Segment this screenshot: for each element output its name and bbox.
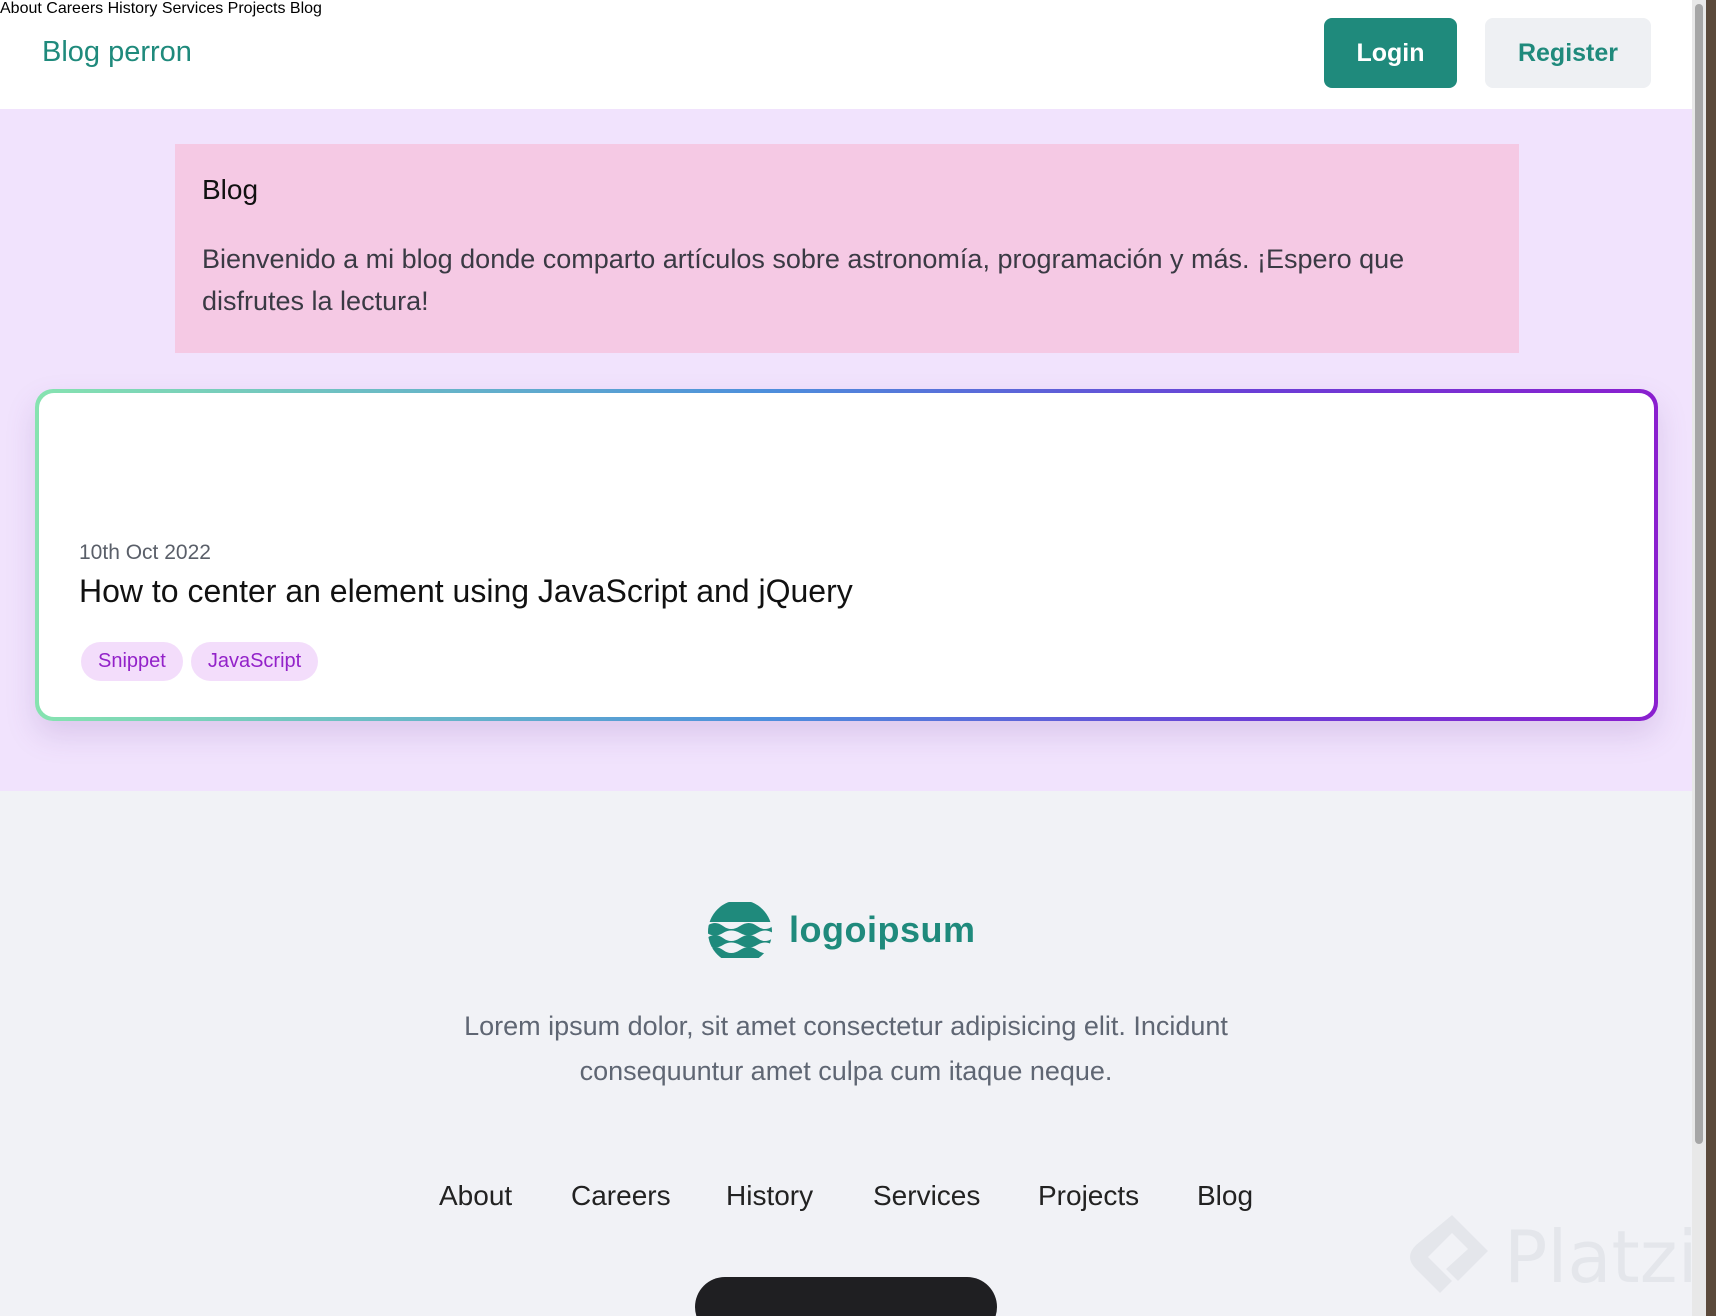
nav-blog[interactable]: Blog [290,0,322,17]
header-nav: About Careers History Services Projects … [0,0,1692,18]
tag-snippet[interactable]: Snippet [81,642,183,681]
login-button[interactable]: Login [1324,18,1457,88]
intro-text: Bienvenido a mi blog donde comparto artí… [202,244,1405,316]
blog-intro: Blog Bienvenido a mi blog donde comparto… [175,144,1519,353]
footer-description: Lorem ipsum dolor, sit amet consectetur … [464,1011,1228,1086]
browser-viewport: Blog perron About Careers History Servic… [0,0,1692,1316]
footer-nav-projects[interactable]: Projects [1038,1180,1139,1212]
logo-wave-icon [708,902,772,958]
platzi-logo-icon [1410,1215,1488,1293]
floating-toolbar[interactable] [695,1277,997,1316]
platzi-watermark: Platzi [1410,1209,1692,1305]
nav-history[interactable]: History [108,0,158,17]
intro-title: Blog [202,174,259,205]
nav-projects[interactable]: Projects [228,0,286,17]
nav-about[interactable]: About [0,0,42,17]
post-title[interactable]: How to center an element using JavaScrip… [79,573,853,610]
post-date: 10th Oct 2022 [79,541,211,564]
watermark-text: Platzi [1504,1215,1692,1299]
logo-text: logoipsum [789,909,976,950]
tag-javascript[interactable]: JavaScript [190,642,319,681]
footer-nav-history[interactable]: History [726,1180,813,1212]
nav-careers[interactable]: Careers [46,0,103,17]
register-button[interactable]: Register [1485,18,1651,88]
footer-nav-careers[interactable]: Careers [571,1180,671,1212]
footer-logo[interactable]: logoipsum [707,902,976,958]
post-tags: Snippet JavaScript [81,642,319,681]
nav-services[interactable]: Services [162,0,223,17]
main-content: Blog Bienvenido a mi blog donde comparto… [0,109,1692,791]
brand-link[interactable]: Blog perron [42,36,192,69]
post-card-body: 10th Oct 2022 How to center an element u… [39,393,1654,717]
footer-nav-about[interactable]: About [439,1180,512,1212]
post-card[interactable]: 10th Oct 2022 How to center an element u… [35,389,1658,721]
footer-nav-blog[interactable]: Blog [1197,1180,1253,1212]
site-footer: logoipsum Lorem ipsum dolor, sit amet co… [0,791,1692,1316]
footer-nav-services[interactable]: Services [873,1180,980,1212]
scrollbar-thumb[interactable] [1695,4,1703,1144]
site-header: Blog perron About Careers History Servic… [0,0,1692,109]
